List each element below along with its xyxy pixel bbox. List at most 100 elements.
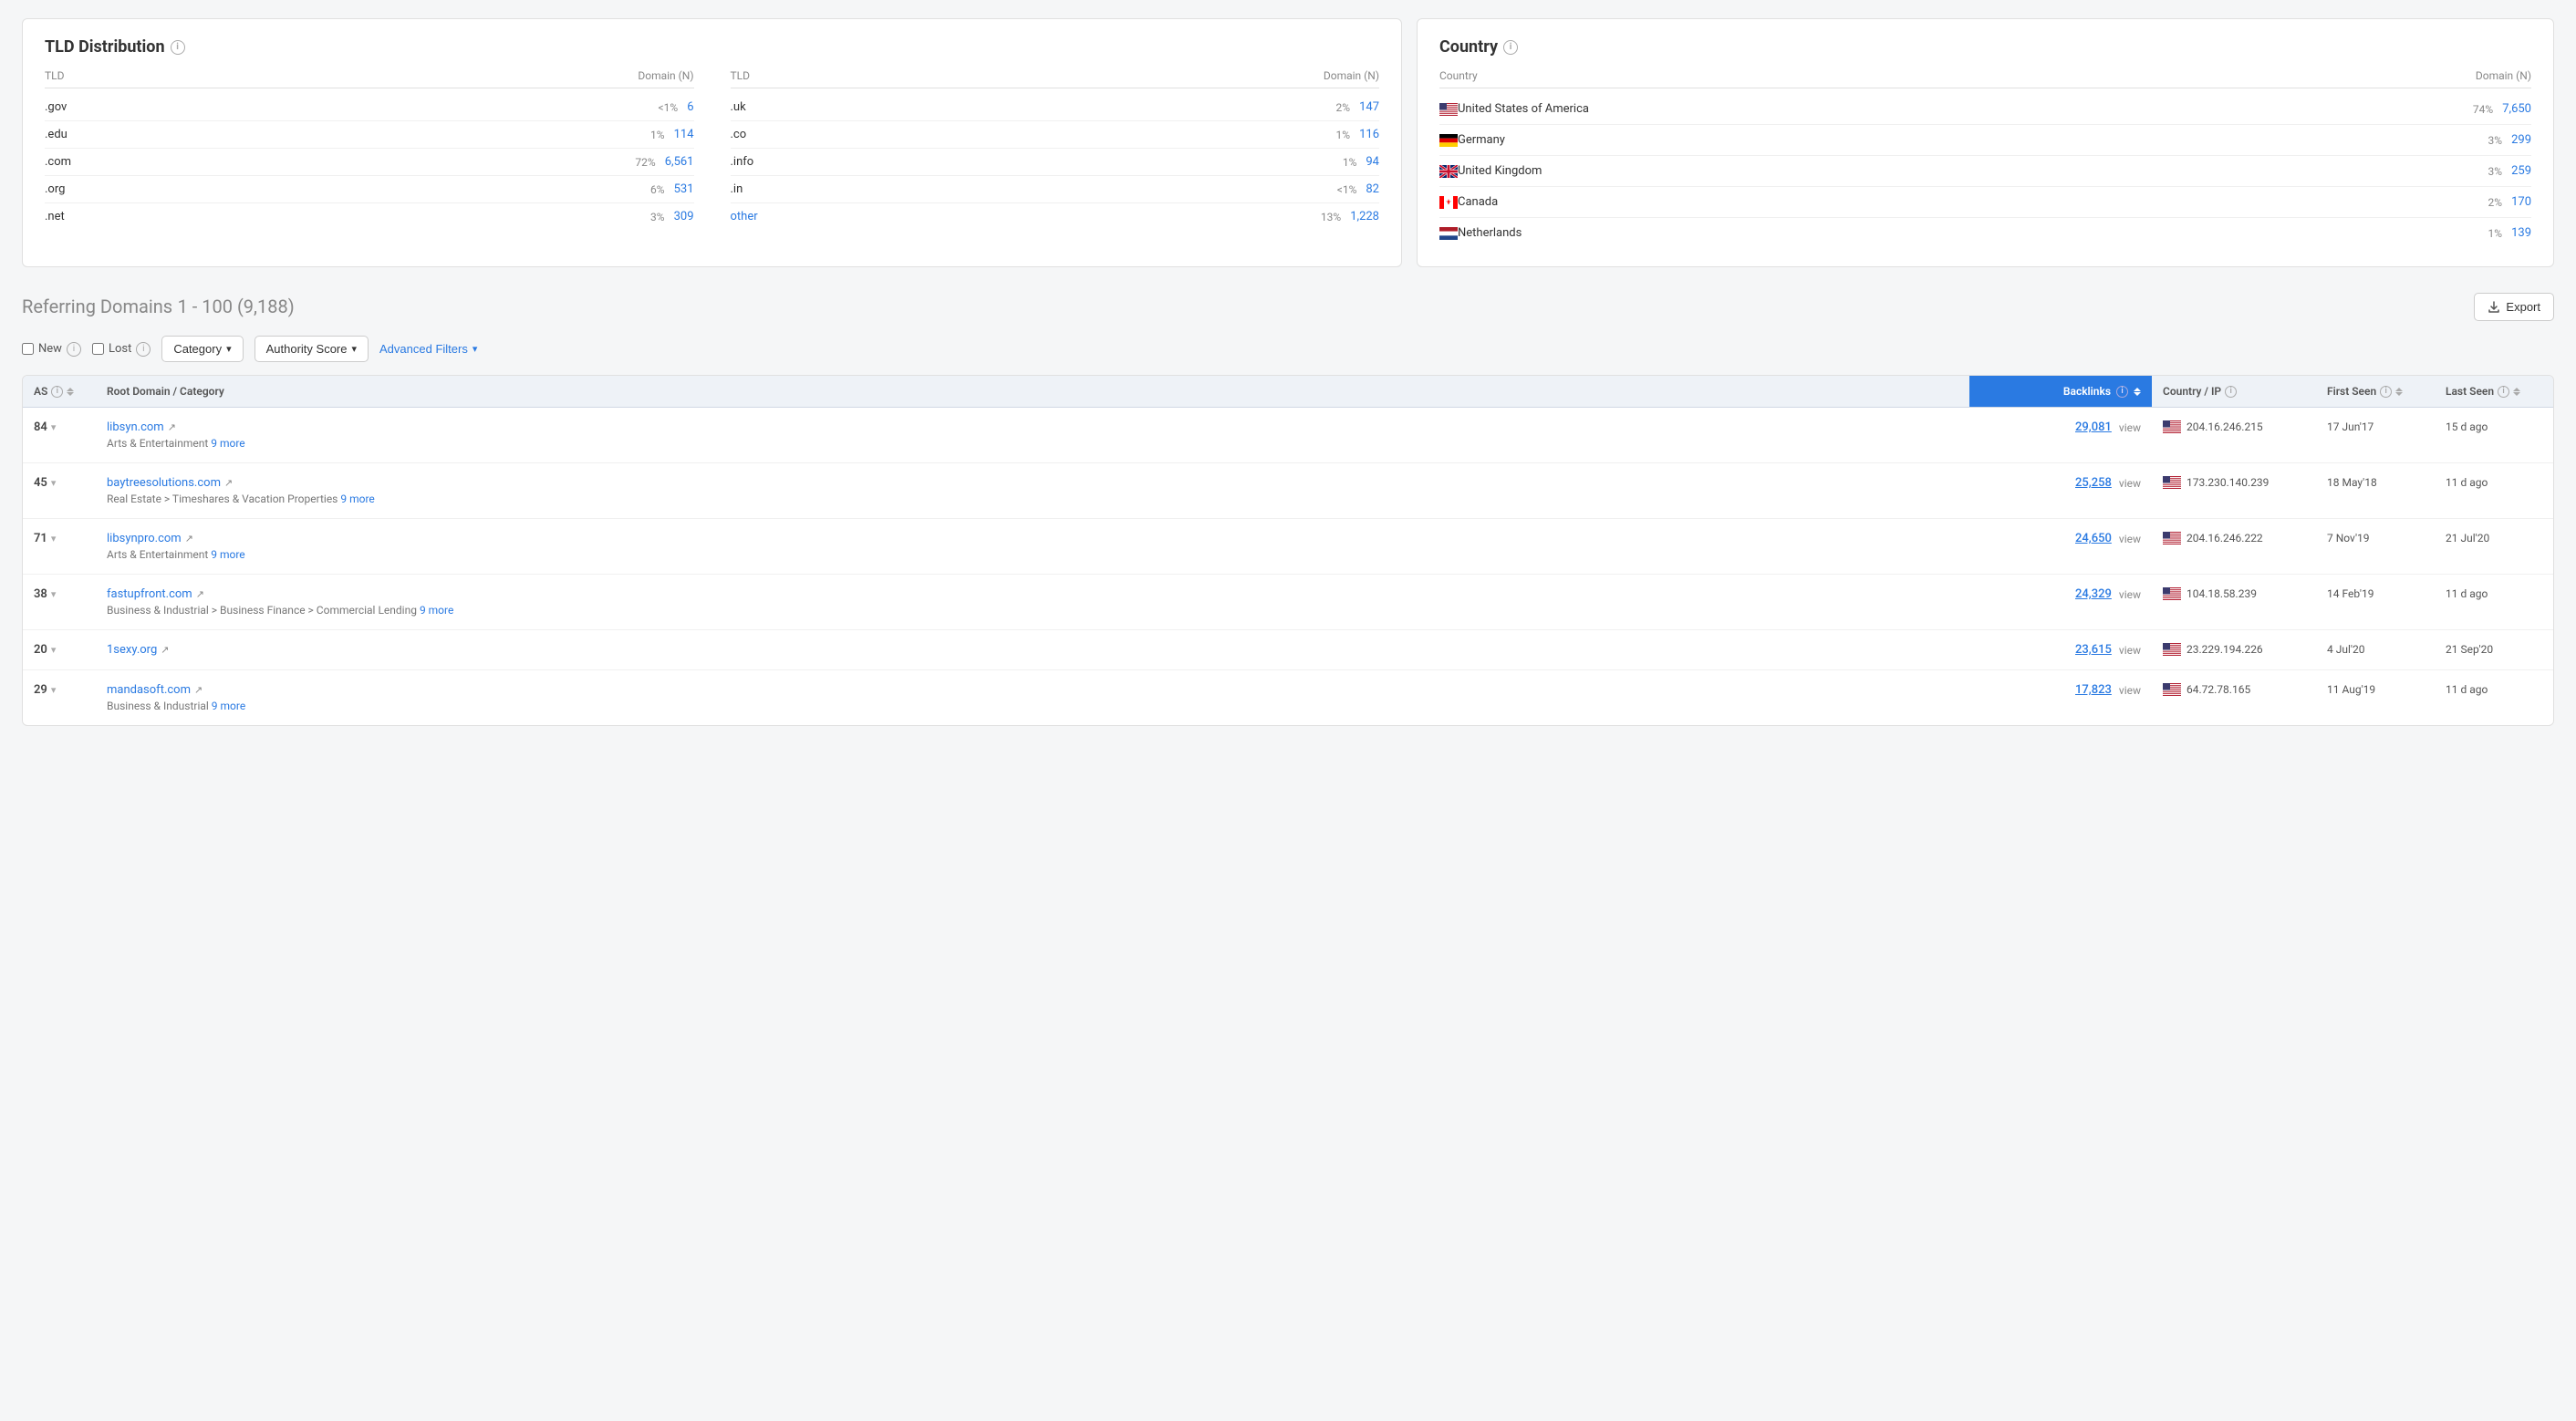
tld-row: .net 3% 309 <box>45 203 694 230</box>
tld-count-link[interactable]: 1,228 <box>1350 210 1379 223</box>
referring-title: Referring Domains 1 - 100 (9,188) <box>22 296 295 318</box>
country-th-info-icon[interactable]: i <box>2225 386 2237 398</box>
new-checkbox-input[interactable] <box>22 343 34 355</box>
backlinks-count-link[interactable]: 25,258 <box>2075 476 2112 490</box>
tld-pct: <1% <box>1337 183 1357 196</box>
view-backlinks-link[interactable]: view <box>2119 421 2141 434</box>
external-link-icon: ↗ <box>185 533 193 545</box>
domain-category: Arts & Entertainment 9 more <box>107 437 1958 450</box>
tld-count-link[interactable]: 6,561 <box>665 155 694 169</box>
as-sort-icon[interactable] <box>67 388 74 396</box>
tld-count-link[interactable]: 114 <box>674 128 694 141</box>
category-filter-button[interactable]: Category ▾ <box>161 336 243 362</box>
external-link-icon: ↗ <box>194 684 203 696</box>
lost-checkbox-input[interactable] <box>92 343 104 355</box>
new-info-icon[interactable]: i <box>67 342 81 357</box>
domain-link[interactable]: libsynpro.com ↗ <box>107 532 1958 545</box>
as-expand-icon[interactable]: ▾ <box>51 684 57 696</box>
country-pct: 2% <box>2488 196 2503 209</box>
view-backlinks-link[interactable]: view <box>2119 477 2141 490</box>
tld-row: other 13% 1,228 <box>731 203 1380 230</box>
new-filter-checkbox[interactable]: New i <box>22 342 81 357</box>
view-backlinks-link[interactable]: view <box>2119 684 2141 697</box>
advanced-filters-button[interactable]: Advanced Filters ▾ <box>379 342 477 356</box>
category-more-link[interactable]: 9 more <box>211 548 244 561</box>
tld-col-1: TLD Domain (N) .gov <1% 6 .edu 1% 114 .c… <box>45 69 694 230</box>
backlinks-count-link[interactable]: 23,615 <box>2075 643 2112 657</box>
us-flag-icon <box>2163 643 2181 656</box>
domain-link[interactable]: 1sexy.org ↗ <box>107 643 1958 657</box>
as-expand-icon[interactable]: ▾ <box>51 588 57 600</box>
tld-row: .in <1% 82 <box>731 176 1380 203</box>
category-more-link[interactable]: 9 more <box>212 700 245 712</box>
table-row: 29 ▾ mandasoft.com ↗ Business & Industri… <box>23 670 2553 725</box>
backlinks-sort-icon[interactable] <box>2134 388 2141 396</box>
td-domain: libsyn.com ↗ Arts & Entertainment 9 more <box>96 420 1969 450</box>
domain-link[interactable]: baytreesolutions.com ↗ <box>107 476 1958 490</box>
tld-count-link[interactable]: 531 <box>674 182 694 196</box>
category-more-link[interactable]: 9 more <box>340 493 374 505</box>
country-name: Canada <box>1458 195 2488 209</box>
country-count-link[interactable]: 299 <box>2511 133 2531 147</box>
tld-info-icon[interactable]: i <box>171 40 185 55</box>
view-backlinks-link[interactable]: view <box>2119 644 2141 657</box>
th-last-seen: Last Seen i <box>2435 385 2553 398</box>
country-pct: 3% <box>2488 165 2503 178</box>
ip-address: 64.72.78.165 <box>2186 683 2250 696</box>
as-number: 38 <box>34 587 47 601</box>
tld-count-link[interactable]: 116 <box>1359 128 1379 141</box>
backlinks-count-link[interactable]: 24,329 <box>2075 587 2112 601</box>
country-count-link[interactable]: 259 <box>2511 164 2531 178</box>
lost-info-icon[interactable]: i <box>136 342 151 357</box>
domain-link[interactable]: libsyn.com ↗ <box>107 420 1958 434</box>
domain-link[interactable]: fastupfront.com ↗ <box>107 587 1958 601</box>
last-seen-info-icon[interactable]: i <box>2498 386 2509 398</box>
as-expand-icon[interactable]: ▾ <box>51 533 57 545</box>
tld-pct: 72% <box>635 156 655 169</box>
tld-count-link[interactable]: 94 <box>1366 155 1379 169</box>
last-seen-sort-icon[interactable] <box>2513 388 2520 396</box>
tld-count-link[interactable]: 147 <box>1359 100 1379 114</box>
country-row: United States of America 74% 7,650 <box>1439 94 2531 125</box>
tld-right: 72% 6,561 <box>635 155 693 169</box>
lost-filter-checkbox[interactable]: Lost i <box>92 342 151 357</box>
as-expand-icon[interactable]: ▾ <box>51 421 57 433</box>
tld-right: 6% 531 <box>650 182 693 196</box>
as-info-icon[interactable]: i <box>51 386 63 398</box>
as-number: 20 <box>34 643 47 657</box>
country-count-link[interactable]: 170 <box>2511 195 2531 209</box>
tld-count-link[interactable]: 82 <box>1366 182 1379 196</box>
as-expand-icon[interactable]: ▾ <box>51 477 57 489</box>
us-flag-icon <box>2163 420 2181 433</box>
domain-link[interactable]: mandasoft.com ↗ <box>107 683 1958 697</box>
domain-category: Business & Industrial > Business Finance… <box>107 604 1958 617</box>
tld-pct: 6% <box>650 183 665 196</box>
tld-col2-header: TLD Domain (N) <box>731 69 1380 88</box>
first-seen-info-icon[interactable]: i <box>2380 386 2392 398</box>
country-count-link[interactable]: 7,650 <box>2502 102 2531 116</box>
country-info-icon[interactable]: i <box>1503 40 1518 55</box>
tld-count-link[interactable]: 309 <box>674 210 694 223</box>
export-icon <box>2488 301 2500 314</box>
category-more-link[interactable]: 9 more <box>420 604 453 617</box>
backlinks-info-icon[interactable]: i <box>2116 386 2128 398</box>
export-button[interactable]: Export <box>2474 293 2554 321</box>
tld-name[interactable]: other <box>731 210 776 223</box>
tld-count-link[interactable]: 6 <box>687 100 693 114</box>
first-seen-sort-icon[interactable] <box>2395 388 2403 396</box>
gb-flag-icon <box>1439 165 1458 178</box>
table-row: 38 ▾ fastupfront.com ↗ Business & Indust… <box>23 575 2553 630</box>
category-more-link[interactable]: 9 more <box>211 437 244 450</box>
backlinks-count-link[interactable]: 24,650 <box>2075 532 2112 545</box>
external-link-icon: ↗ <box>196 588 204 600</box>
country-count-link[interactable]: 139 <box>2511 226 2531 240</box>
view-backlinks-link[interactable]: view <box>2119 533 2141 545</box>
backlinks-count-link[interactable]: 29,081 <box>2075 420 2112 434</box>
tld-grid: TLD Domain (N) .gov <1% 6 .edu 1% 114 .c… <box>45 69 1379 230</box>
tld-name: .uk <box>731 100 776 114</box>
backlinks-count-link[interactable]: 17,823 <box>2075 683 2112 697</box>
authority-score-filter-button[interactable]: Authority Score ▾ <box>254 336 369 362</box>
tld-row: .info 1% 94 <box>731 149 1380 176</box>
as-expand-icon[interactable]: ▾ <box>51 644 57 656</box>
view-backlinks-link[interactable]: view <box>2119 588 2141 601</box>
